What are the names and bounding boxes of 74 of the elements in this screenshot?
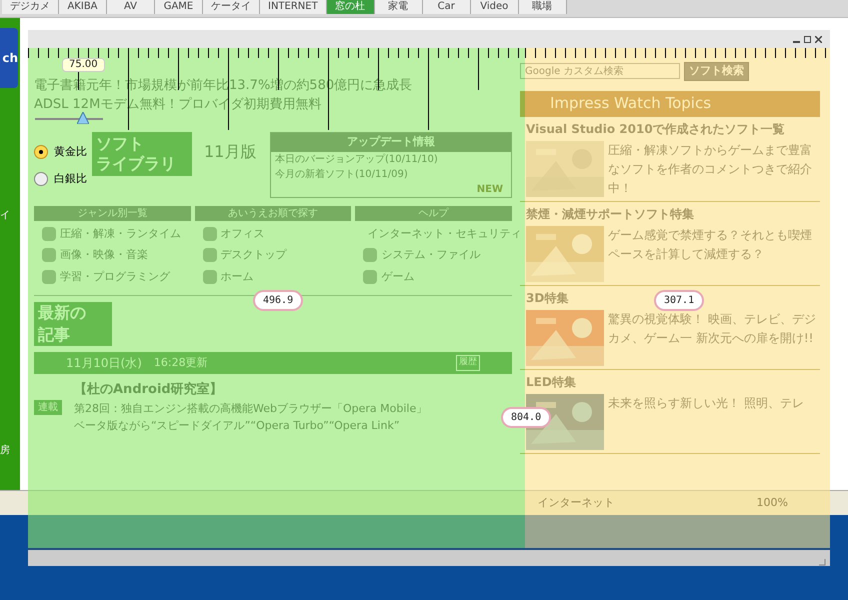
ratio-radio[interactable]: 黄金比 — [34, 144, 87, 160]
category-link[interactable]: 画像・映像・音楽 — [60, 247, 148, 264]
close-icon[interactable] — [815, 36, 822, 42]
update-link[interactable]: 今月の新着ソフト(10/11/09) — [271, 166, 511, 182]
category-icon — [42, 248, 56, 262]
category-link[interactable]: 学習・プログラミング — [60, 268, 170, 285]
browser-tab[interactable]: AV — [107, 0, 155, 14]
category-heading: あいうえお順で探す — [194, 206, 352, 220]
ratio-slider[interactable] — [35, 112, 103, 126]
browser-tab[interactable]: Video — [470, 0, 519, 14]
topic-title[interactable]: 禁煙・減煙サポートソフト特集 — [526, 204, 694, 222]
search-field[interactable]: Google カスタム検索 — [520, 63, 680, 80]
maximize-icon[interactable] — [804, 36, 811, 42]
category-icon — [363, 248, 378, 262]
series-tag: 連載 — [34, 400, 62, 415]
history-link[interactable]: 履歴 — [456, 355, 480, 371]
browser-tab[interactable]: 家電 — [374, 0, 423, 14]
category-icon — [202, 270, 217, 284]
updated-text: 16:28更新 — [154, 354, 208, 371]
browser-tab[interactable]: GAME — [155, 0, 203, 14]
edition-label: 11月版 — [204, 141, 258, 163]
topic-title[interactable]: Visual Studio 2010で作成されたソフト一覧 — [526, 120, 785, 138]
browser-tab[interactable]: デジカメ — [2, 0, 59, 14]
update-link[interactable]: 本日のバージョンアップ(10/11/10) — [271, 152, 511, 166]
logo-text: ライブラリ — [96, 154, 177, 174]
browser-tab[interactable]: ケータイ — [203, 0, 260, 14]
category-icon — [42, 226, 56, 241]
category-link[interactable]: デスクトップ — [220, 247, 287, 264]
topic-description: ゲーム感覚で禁煙する？それとも喫煙ペースを計算して減煙する？ — [608, 226, 813, 262]
category-icon — [42, 270, 56, 284]
slider-value-tooltip: 75.00 — [62, 58, 105, 72]
browser-tab[interactable]: AKIBA — [59, 0, 107, 14]
article-text: ベータ版ながら“スピードダイアル”“Opera Turbo”“Opera Link” — [74, 418, 401, 434]
new-label: NEW — [476, 182, 503, 196]
topic-description: 驚異の視覚体験！ 映画、テレビ、デジカメ、ゲーム一 新次元への扉を開け!! — [608, 310, 817, 346]
category-link[interactable]: 圧縮・解凍・ランタイム — [60, 226, 181, 242]
zone-text: インターネット — [538, 494, 615, 511]
browser-tab[interactable]: INTERNET — [260, 0, 327, 14]
slider-thumb[interactable] — [77, 112, 89, 124]
browser-tab[interactable]: 職場 — [518, 0, 567, 14]
zoom-text[interactable]: 100% — [756, 494, 788, 512]
article-title[interactable]: 【杜のAndroid研究室】 — [74, 380, 428, 400]
update-title: アップデート情報 — [271, 133, 511, 152]
topic-title[interactable]: 3D特集 — [526, 288, 568, 306]
date-text: 11月10日(水) — [66, 355, 142, 372]
category-icon — [202, 226, 217, 241]
category-link[interactable]: ゲーム — [381, 268, 414, 285]
search-button[interactable]: ソフト検索 — [684, 62, 749, 80]
logo-text: 記事 — [38, 324, 71, 346]
measure-label: 496.9 — [253, 290, 304, 311]
measure-label: 804.0 — [501, 407, 552, 428]
category-icon — [363, 270, 378, 284]
category-heading: ジャンル別一覧 — [34, 206, 191, 220]
sidebar-item[interactable]: 房 — [0, 443, 10, 458]
topic-description: 未来を照らす新しい光！ 照明、テレ — [608, 394, 804, 412]
category-link[interactable]: ホーム — [220, 268, 254, 285]
ratio-radio[interactable]: 白銀比 — [34, 170, 87, 187]
category-heading: ヘルプ — [355, 206, 512, 220]
topic-description: 圧縮・解凍ソフトからゲームまで豊富なソフトを作者のコメントつきで紹介中！ — [608, 142, 813, 196]
site-logo[interactable]: ch — [0, 28, 18, 88]
category-icon — [202, 248, 217, 262]
measure-label: 307.1 — [654, 290, 704, 311]
topic-title[interactable]: LED特集 — [526, 372, 576, 390]
resize-grip-icon[interactable] — [818, 558, 826, 566]
logo-text: 最新の — [38, 302, 87, 324]
category-link[interactable]: オフィス — [220, 226, 265, 242]
category-link[interactable]: インターネット・セキュリティ — [367, 226, 522, 242]
article-text: 第28回：独自エンジン搭載の高機能Webブラウザー「Opera Mobile」 — [74, 400, 428, 416]
logo-text: ソフト — [96, 134, 145, 154]
topics-title: Impress Watch Topics — [550, 93, 712, 114]
category-link[interactable]: システム・ファイル — [381, 247, 480, 264]
browser-tab[interactable]: 窓の杜 — [326, 0, 375, 14]
browser-tab[interactable]: Car — [422, 0, 471, 14]
sidebar-item[interactable]: イ — [0, 208, 10, 223]
